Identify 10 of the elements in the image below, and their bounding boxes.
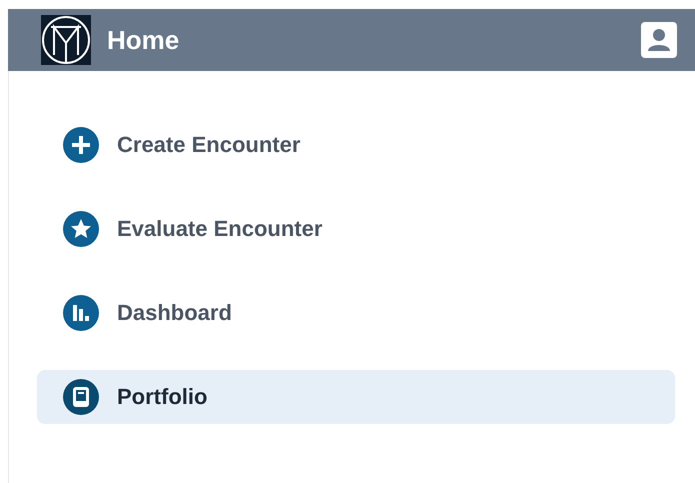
nav-item[interactable]: Evaluate Encounter [37,202,675,256]
nav-item[interactable]: Dashboard [37,286,675,340]
page-title: Home [107,24,180,56]
plus-icon [63,127,99,163]
bar-chart-icon [63,295,99,331]
book-icon [63,379,99,415]
logo-icon [41,15,91,65]
nav-item[interactable]: Portfolio [37,370,675,424]
nav-item[interactable]: Create Encounter [37,118,675,172]
account-icon[interactable] [641,22,677,58]
